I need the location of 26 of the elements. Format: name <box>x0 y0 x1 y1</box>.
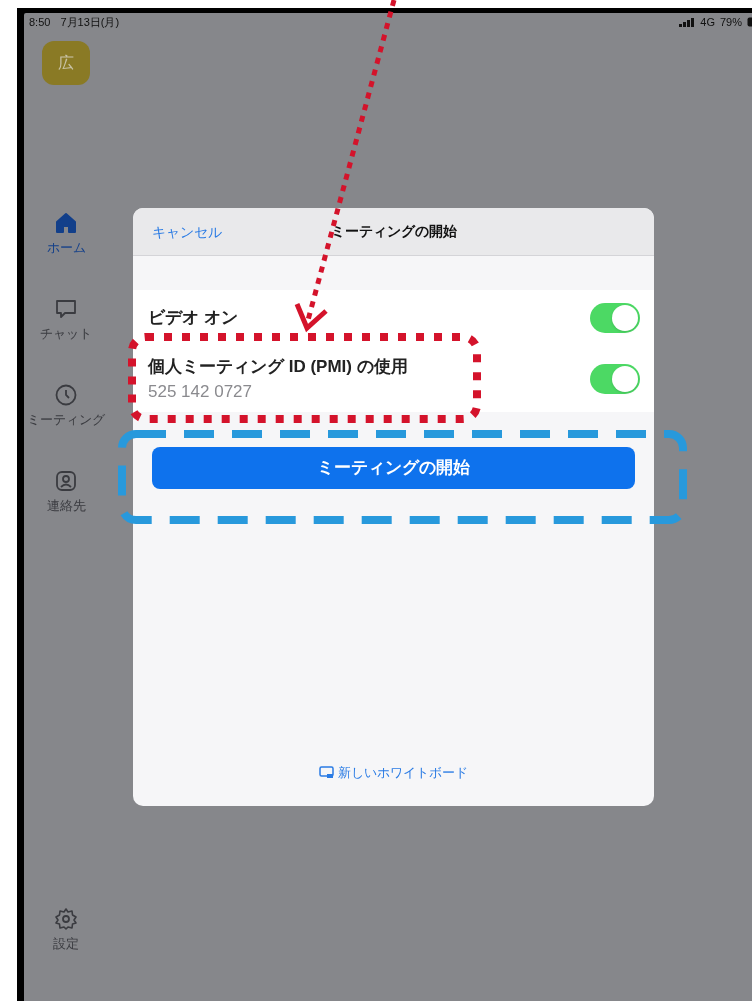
home-icon[interactable] <box>54 211 78 235</box>
sidebar-item[interactable]: ホーム <box>46 238 86 258</box>
meeting-id: 525 142 0727 <box>148 381 253 403</box>
chat-bubble-icon[interactable] <box>54 297 78 321</box>
sidebar-item[interactable]: 設定 <box>53 934 79 954</box>
cancel-button[interactable]: キャンセル <box>152 222 222 243</box>
settings-icon[interactable] <box>54 907 78 931</box>
sidebar-item[interactable]: 連絡先 <box>46 496 86 516</box>
option-label: 個人ミーティング ID (PMI) の使用 <box>148 355 408 378</box>
option-label: ビデオ オン <box>148 307 238 330</box>
signal-icon <box>679 17 696 27</box>
clock-icon[interactable] <box>54 383 78 407</box>
battery-level: 79% <box>719 14 742 30</box>
whiteboard-link[interactable]: 新しいホワイトボード <box>338 762 468 782</box>
start-meeting-button[interactable]: ミーティングの開始 <box>152 447 635 489</box>
avatar[interactable]: 広 <box>42 41 90 85</box>
status-date: 7月13日(月) <box>60 14 120 30</box>
whiteboard-icon[interactable] <box>319 765 334 779</box>
toggle-switch[interactable] <box>590 364 640 394</box>
toggle-switch[interactable] <box>590 303 640 333</box>
status-time: 8:50 <box>29 14 51 30</box>
contact-icon[interactable] <box>54 469 78 493</box>
sidebar-item[interactable]: チャット <box>40 324 92 344</box>
dialog-title: ミーティングの開始 <box>330 222 457 241</box>
sidebar-item[interactable]: ミーティング <box>27 410 105 430</box>
network-label: 4G <box>700 14 715 30</box>
